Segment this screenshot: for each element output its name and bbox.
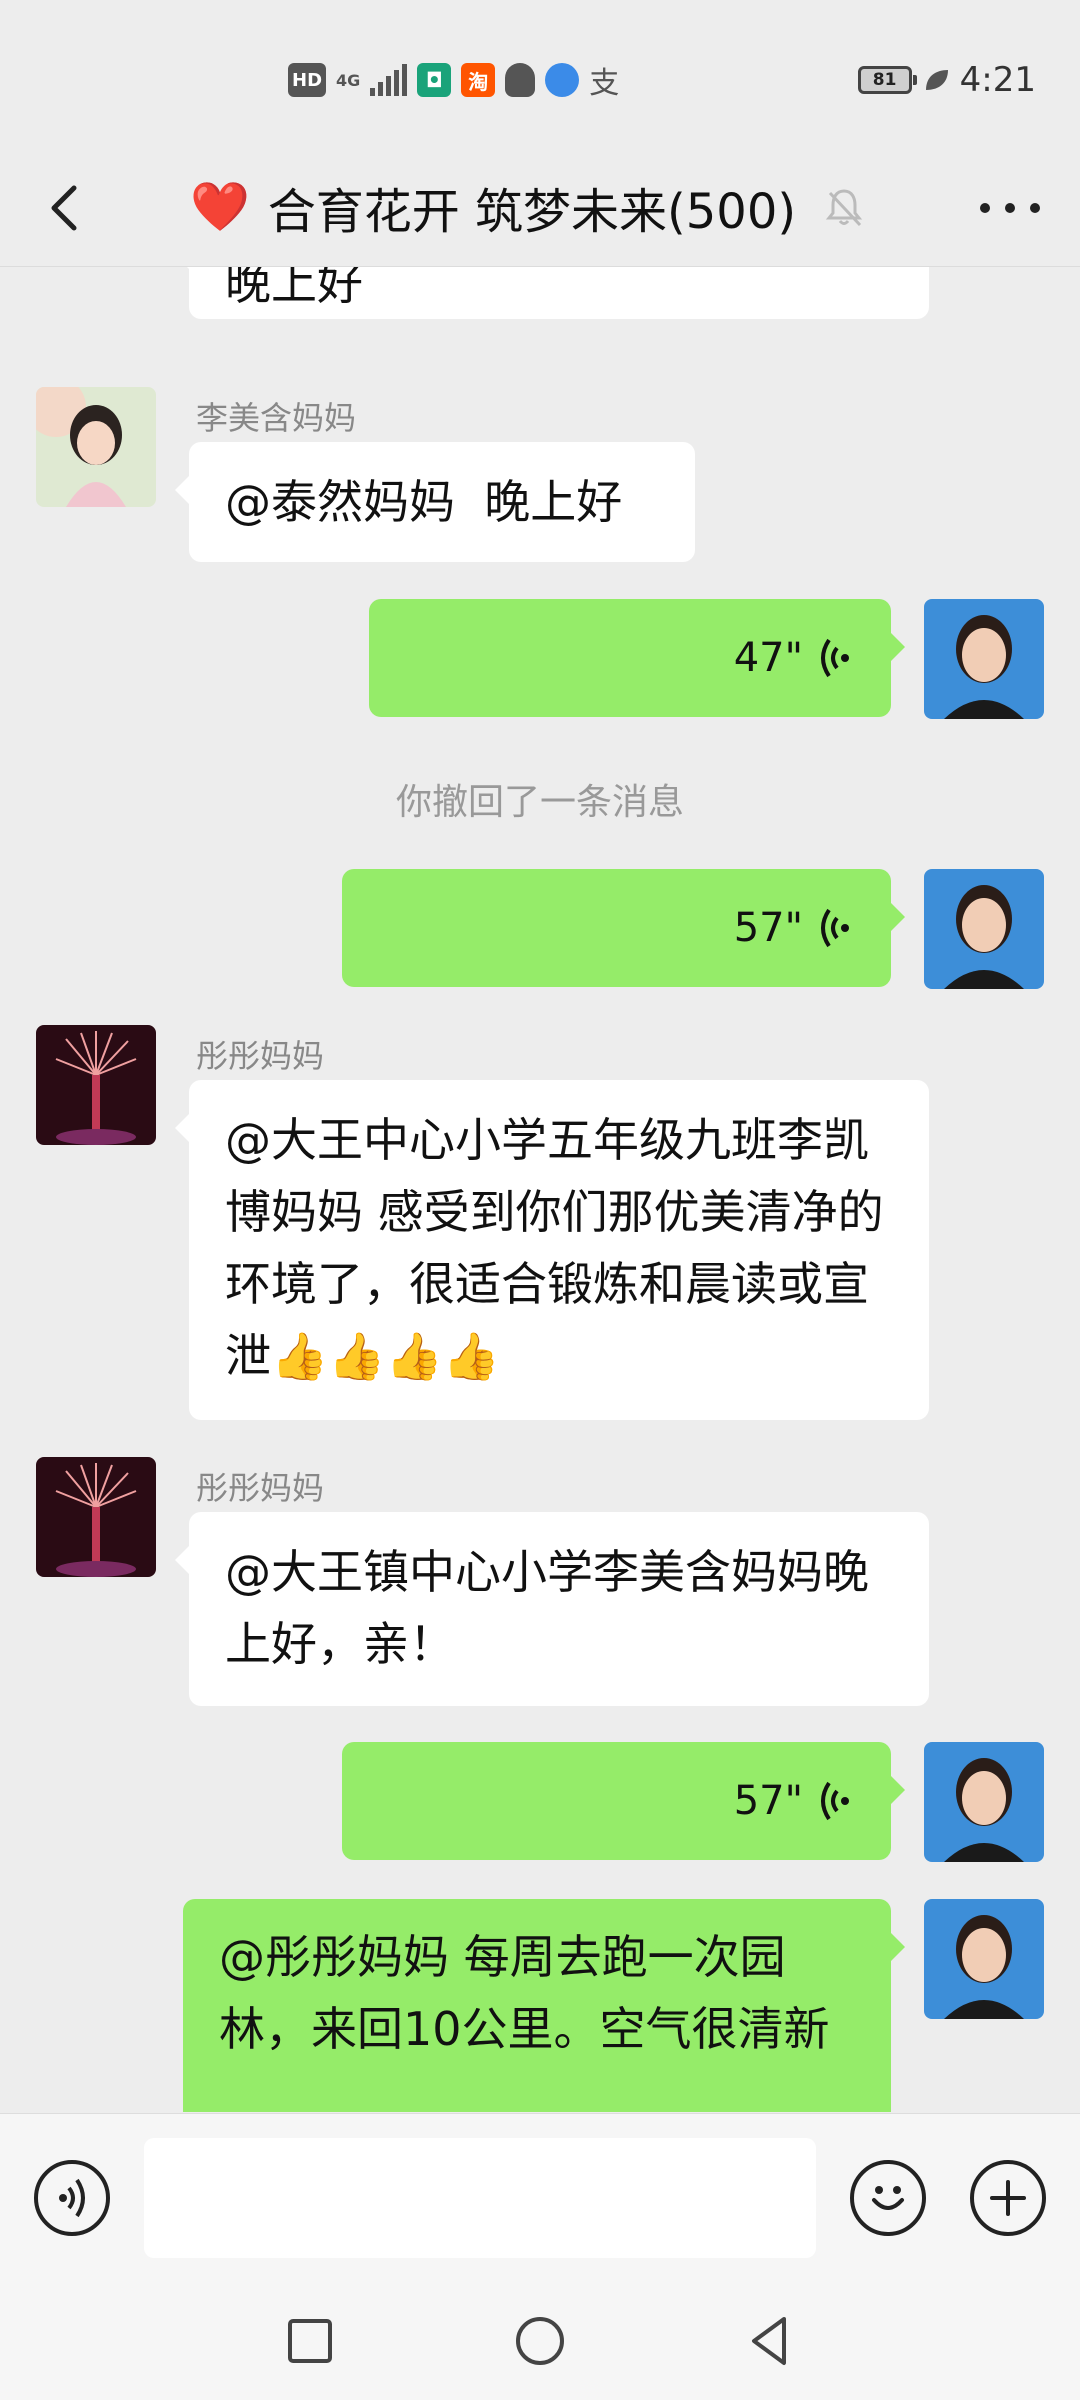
sender-name: 彤彤妈妈 (196, 1469, 325, 1507)
message-text: @大王镇中心小学李美含妈妈晚上好，亲！ (225, 1545, 869, 1671)
message-bubble[interactable]: @大王中心小学五年级九班李凯博妈妈 感受到你们那优美清净的环境了，很适合锻炼和晨… (175, 1080, 929, 1420)
hd-icon: HD (288, 63, 327, 97)
network-4g-icon: 4G (336, 70, 361, 90)
message-bubble[interactable]: 晚上好 (175, 267, 929, 319)
voice-wave-icon (59, 2178, 85, 2218)
voice-duration: 57" (733, 905, 803, 951)
voice-message-bubble[interactable]: 57" (342, 1742, 905, 1860)
status-right: 81 4:21 (857, 58, 1036, 102)
voice-message-bubble[interactable]: 57" (342, 869, 905, 987)
voice-input-button[interactable] (34, 2160, 110, 2236)
message-text: @泰然妈妈 晚上好 (225, 475, 623, 529)
back-icon[interactable] (40, 180, 90, 236)
system-nav-bar (0, 2283, 1080, 2400)
status-left-icons: HD 4G ◘ 淘 支 (288, 58, 619, 102)
avatar[interactable] (36, 1457, 156, 1577)
taobao-icon: 淘 (461, 63, 496, 97)
avatar[interactable] (924, 869, 1044, 989)
emoji-button[interactable] (850, 2160, 926, 2236)
sender-name: 彤彤妈妈 (196, 1037, 325, 1075)
avatar[interactable] (924, 1742, 1044, 1862)
browser-icon (545, 63, 580, 97)
message-text: @大王中心小学五年级九班李凯博妈妈 感受到你们那优美清净的环境了，很适合锻炼和晨… (225, 1113, 884, 1383)
message-text: 晚上好 (225, 267, 363, 310)
system-message: 你撤回了一条消息 (395, 782, 684, 823)
avatar[interactable] (36, 1025, 156, 1145)
avatar[interactable] (36, 387, 156, 507)
plus-icon (990, 2180, 1026, 2216)
muted-bell-icon (825, 189, 863, 227)
back-nav-icon[interactable] (740, 2311, 800, 2371)
message-text: @彤彤妈妈 每周去跑一次园林，来回10公里。空气很清新 (219, 1930, 830, 2056)
clock: 4:21 (959, 60, 1036, 100)
leaf-icon (925, 70, 948, 90)
input-bar (0, 2113, 1080, 2284)
battery-icon: 81 (857, 66, 917, 94)
mi-icon: ◘ (417, 63, 452, 97)
signal-icon (370, 64, 408, 96)
avatar[interactable] (924, 599, 1044, 719)
qq-icon (505, 63, 536, 97)
smiley-icon (872, 2186, 904, 2210)
avatar[interactable] (924, 1899, 1044, 2019)
message-bubble[interactable]: @大王镇中心小学李美含妈妈晚上好，亲！ (175, 1512, 929, 1706)
chat-message-list[interactable]: 晚上好 李美含妈妈 @泰然妈妈 晚上好 47" 你撤回了一条消息 57" 彤彤妈… (0, 267, 1080, 2112)
dot-icon (1030, 203, 1040, 213)
alipay-icon: 支 (589, 66, 620, 101)
status-bar: HD 4G ◘ 淘 支 81 4:21 (0, 0, 1080, 150)
voice-duration: 47" (733, 635, 803, 681)
chat-header: ❤️ 合育花开 筑梦未来(500) (0, 150, 1080, 267)
heart-emoji: ❤️ (190, 179, 250, 235)
voice-duration: 57" (733, 1778, 803, 1824)
more-options-button[interactable] (980, 180, 1040, 236)
home-icon[interactable] (510, 2311, 570, 2371)
dot-icon (980, 203, 990, 213)
more-functions-button[interactable] (970, 2160, 1046, 2236)
voice-wave-icon (821, 1781, 849, 1821)
message-bubble[interactable]: @彤彤妈妈 每周去跑一次园林，来回10公里。空气很清新 (183, 1899, 905, 2112)
sender-name: 李美含妈妈 (196, 399, 357, 437)
voice-wave-icon (821, 908, 849, 948)
voice-message-bubble[interactable]: 47" (369, 599, 905, 717)
message-bubble[interactable]: @泰然妈妈 晚上好 (175, 442, 695, 562)
message-input[interactable] (144, 2138, 816, 2258)
voice-wave-icon (821, 638, 849, 678)
recent-apps-icon[interactable] (280, 2311, 340, 2371)
chat-title-wrap: ❤️ 合育花开 筑梦未来(500) (190, 172, 866, 242)
dot-icon (1005, 203, 1015, 213)
chat-title: 合育花开 筑梦未来(500) (267, 184, 797, 240)
